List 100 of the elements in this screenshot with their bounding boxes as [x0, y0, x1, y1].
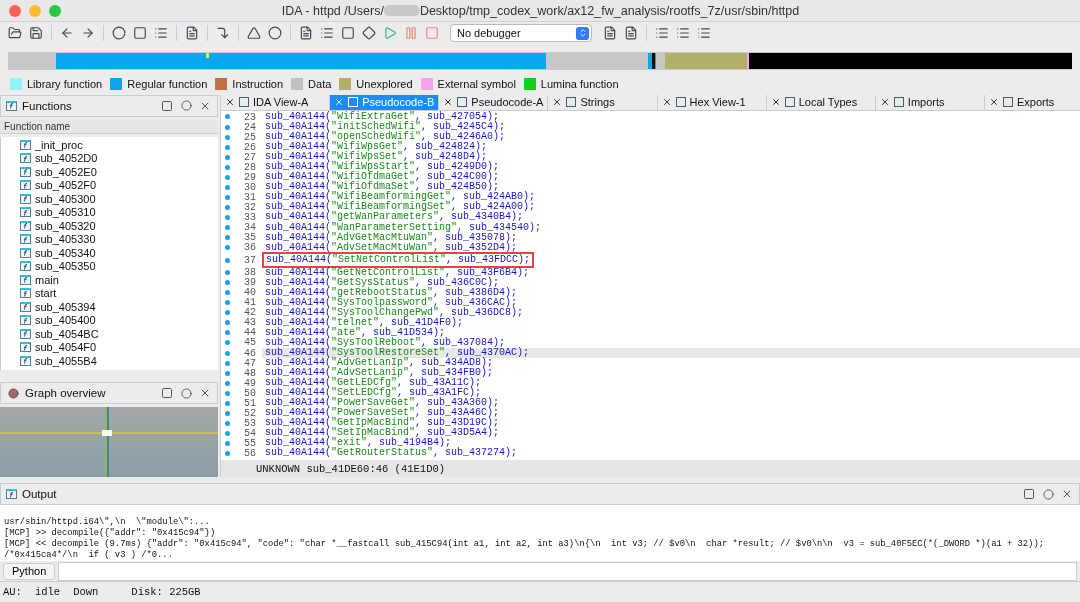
function-name[interactable]: sub_4054BC [35, 327, 99, 340]
editor-tab[interactable]: Local Types [766, 94, 876, 110]
close-icon[interactable] [552, 97, 563, 108]
debugger-select[interactable]: No debugger [450, 24, 592, 43]
line-marker-icon [225, 370, 230, 376]
tab-icon [675, 97, 686, 108]
function-icon [20, 274, 31, 285]
function-name[interactable]: sub_405300 [35, 192, 96, 205]
legend-label: Lumina function [540, 78, 619, 91]
close-icon[interactable] [443, 97, 454, 108]
maximize-icon[interactable] [160, 98, 174, 113]
tab-icon [893, 97, 904, 108]
tab-icon [348, 97, 359, 108]
code-line: sub_40A144("GetIpMacBind", sub_43D19C); [264, 418, 501, 429]
close-icon[interactable] [879, 97, 890, 108]
function-icon [20, 261, 31, 272]
line-marker-icon [225, 204, 230, 210]
function-name[interactable]: sub_405400 [35, 314, 96, 327]
close-icon[interactable] [770, 97, 781, 108]
function-name[interactable]: sub_405350 [35, 260, 96, 273]
language-button[interactable]: Python [3, 563, 56, 580]
line-marker-icon [225, 290, 230, 296]
line-number: 23 [243, 111, 257, 123]
function-name[interactable]: sub_4052D0 [35, 152, 98, 165]
line-number: 40 [243, 287, 257, 299]
window-title: IDA - httpd /Users/ [281, 3, 384, 18]
code-line: sub_40A144("WifiExtraGet", sub_427054); [264, 112, 500, 122]
editor-tab[interactable]: Pseudocode-A [439, 94, 549, 110]
status-state: idle [34, 586, 61, 599]
function-name[interactable]: _init_proc [35, 138, 83, 151]
navigation-band-drawing[interactable] [8, 51, 1072, 70]
status-label: AU: [3, 586, 22, 599]
line-marker-icon [225, 280, 230, 286]
function-name[interactable]: sub_405310 [35, 206, 96, 219]
function-name[interactable]: sub_405330 [35, 233, 96, 246]
line-number: 41 [243, 297, 257, 309]
line-number: 50 [243, 387, 257, 399]
code-line: sub_40A144("GetNetControlList", sub_43F6B4); [264, 267, 531, 278]
function-name[interactable]: sub_4055B4 [35, 354, 97, 367]
function-icon [20, 139, 31, 150]
editor-tab[interactable]: Exports [984, 94, 1080, 110]
close-icon[interactable] [988, 97, 999, 108]
line-marker-icon [225, 154, 230, 160]
line-marker-icon [225, 360, 230, 366]
code-line: sub_40A144("SysToolReboot", sub_437084); [264, 337, 506, 348]
line-number: 55 [243, 437, 257, 449]
close-icon[interactable] [225, 97, 235, 108]
code-line: sub_40A144("WifiBeamformingSet", sub_424A00); [264, 202, 537, 213]
code-line: sub_40A144("WifiWpsStart", sub_4249D0); [264, 162, 501, 173]
line-number: 38 [243, 267, 257, 279]
function-icon [20, 301, 31, 312]
line-number: 43 [243, 317, 257, 329]
legend-label: Data [308, 78, 332, 91]
maximize-icon[interactable] [160, 386, 174, 401]
function-name[interactable]: sub_4052E0 [35, 165, 97, 178]
line-marker-icon [225, 300, 230, 306]
line-number: 48 [243, 367, 257, 379]
function-name[interactable]: main [35, 273, 59, 286]
line-marker-icon [225, 225, 230, 230]
function-icon [20, 247, 31, 258]
line-number: 45 [243, 337, 257, 349]
function-icon [20, 315, 31, 326]
line-marker-icon [225, 440, 230, 446]
line-number: 44 [243, 327, 257, 339]
blurred-text-block [383, 5, 420, 17]
line-marker-icon [225, 270, 230, 276]
line-number: 42 [243, 307, 257, 319]
maximize-icon[interactable] [1022, 487, 1036, 502]
editor-tab[interactable]: Strings [548, 94, 658, 110]
editor-tab[interactable]: Imports [875, 94, 985, 110]
code-line: sub_40A144("AdvSetMacMtuWan", sub_4352D4); [264, 242, 519, 253]
line-number: 36 [243, 242, 257, 254]
line-number: 52 [243, 407, 257, 419]
code-line: sub_40A144("WifiBeamformingGet", sub_424AB0); [264, 192, 537, 203]
line-marker-icon [225, 330, 230, 336]
line-marker-icon [225, 420, 230, 426]
function-name[interactable]: start [35, 287, 57, 300]
editor-tab[interactable]: Hex View-1 [657, 94, 767, 110]
legend-label: Regular function [127, 78, 208, 91]
function-name[interactable]: sub_4054F0 [35, 341, 97, 354]
function-name[interactable]: sub_405340 [35, 246, 96, 259]
function-name[interactable]: sub_405320 [35, 219, 96, 232]
line-marker-icon [225, 430, 230, 436]
line-marker-icon [225, 410, 230, 416]
function-name[interactable]: sub_405394 [35, 300, 96, 313]
close-icon[interactable] [661, 97, 672, 108]
line-marker-icon [225, 340, 230, 346]
line-marker-icon [225, 320, 230, 326]
code-line: sub_40A144("getRebootStatus", sub_4386D4); [264, 287, 519, 298]
line-marker-icon [225, 114, 230, 120]
function-icon [20, 342, 31, 353]
command-input[interactable] [58, 562, 1077, 581]
line-marker-icon [225, 245, 230, 251]
legend-label: External symbol [437, 78, 516, 91]
function-icon [20, 220, 31, 231]
function-icon [20, 328, 31, 339]
column-header[interactable]: Function name [0, 119, 218, 134]
function-name[interactable]: sub_4052F0 [35, 179, 97, 192]
code-line: sub_40A144("WanParameterSetting", sub_434540); [264, 222, 543, 233]
code-line: sub_40A144("getWanParameters", sub_4340B4); [264, 212, 524, 223]
